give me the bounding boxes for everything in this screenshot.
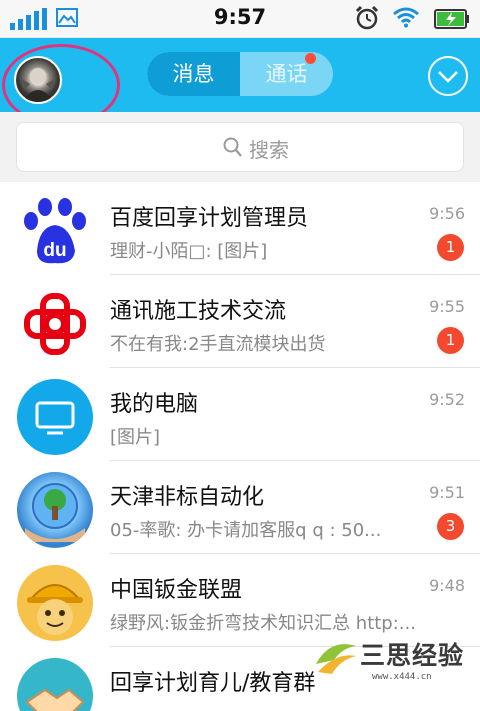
unread-badge: 1 [437,327,464,354]
chevron-down-icon [438,71,458,83]
status-bar: 9:57 [0,0,480,38]
conversation-row[interactable]: 通讯施工技术交流 不在有我:2手直流模块出货 9:55 1 [0,275,480,368]
more-dropdown-button[interactable] [428,56,468,96]
handshake-icon [17,658,93,711]
tab-messages[interactable]: 消息 [147,52,240,96]
conversation-snippet: [图片] [110,427,161,448]
conversation-snippet: 不在有我:2手直流模块出货 [110,334,326,355]
conversation-title: 回享计划育儿/教育群 [110,671,316,696]
conversation-list: du 百度回享计划管理员 理财-小陌□: [图片] 9:56 1 通讯施工技术交… [0,182,480,711]
conversation-row[interactable]: 我的电脑 [图片] 9:52 [0,368,480,461]
conversation-title: 百度回享计划管理员 [110,206,309,231]
monitor-icon [17,379,93,455]
conversation-title: 中国钣金联盟 [110,578,243,603]
globe-tree-icon [17,472,93,548]
china-unicom-knot-icon [17,286,93,362]
conversation-time: 9:52 [429,390,465,409]
calls-unread-dot [305,53,316,64]
conversation-snippet: 绿野风:钣金折弯技术知识汇总 http:... [110,613,416,634]
conversation-title: 天津非标自动化 [110,485,265,510]
search-area: 搜索 [0,112,480,182]
battery-charging-icon [434,9,469,29]
tab-calls[interactable]: 通话 [240,52,333,96]
watermark-url: www.x444.cn [372,672,432,682]
watermark-brand: 三思经验 [360,641,465,670]
search-placeholder: 搜索 [249,138,289,162]
conversation-snippet: 理财-小陌□: [图片] [110,241,268,262]
wifi-icon [393,7,419,28]
conversation-row[interactable]: 天津非标自动化 05-率歌: 办卡请加客服q q : 50... 9:51 3 [0,461,480,554]
baidu-logo-icon: du [17,193,93,269]
conversation-time: 9:48 [429,576,465,595]
conversation-time: 9:56 [429,204,465,223]
watermark: 三思经验 www.x444.cn [312,634,472,692]
conversation-snippet: 05-率歌: 办卡请加客服q q : 50... [110,520,382,541]
svg-text:du: du [43,240,66,261]
conversation-title: 通讯施工技术交流 [110,299,287,324]
search-input[interactable]: 搜索 [16,122,464,172]
alarm-icon [355,5,379,30]
watermark-logo-icon [316,644,356,674]
worker-cartoon-icon [17,565,93,641]
conversation-time: 9:51 [429,483,465,502]
conversation-time: 9:55 [429,297,465,316]
conversation-row[interactable]: du 百度回享计划管理员 理财-小陌□: [图片] 9:56 1 [0,182,480,275]
unread-badge: 1 [437,234,464,261]
conversation-title: 我的电脑 [110,392,199,417]
unread-badge: 3 [437,513,464,540]
search-icon [223,137,242,157]
